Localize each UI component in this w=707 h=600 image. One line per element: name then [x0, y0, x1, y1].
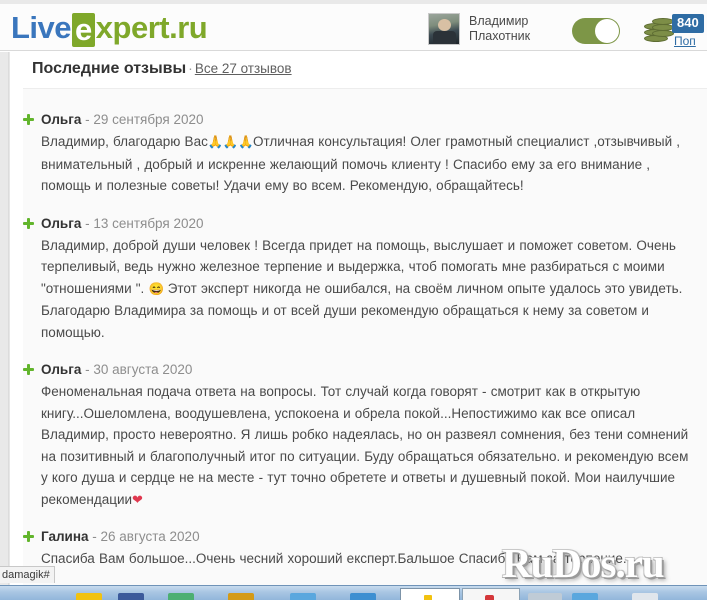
emoji-grinning-face-icon: 😄 — [148, 281, 164, 296]
user-name-last: Плахотник — [469, 29, 531, 43]
review-meta: Ольга - 30 августа 2020 — [41, 361, 699, 378]
taskbar-app-icon[interactable] — [632, 593, 658, 600]
review-date: 26 августа 2020 — [100, 529, 200, 544]
os-taskbar[interactable] — [0, 585, 707, 600]
taskbar-window-active[interactable] — [400, 588, 460, 600]
emoji-praying-hands-icon: 🙏🙏🙏 — [207, 135, 254, 149]
review-author: Ольга — [41, 112, 82, 127]
user-account-area[interactable]: Владимир Плахотник — [428, 12, 530, 46]
topup-balance-link[interactable]: Поп — [674, 34, 707, 48]
all-reviews-link[interactable]: Все 27 отзывов — [195, 61, 292, 76]
user-name: Владимир Плахотник — [469, 14, 530, 44]
page-title: Последние отзывы — [32, 60, 187, 77]
taskbar-app-icon[interactable] — [290, 593, 316, 600]
review-dash: - — [88, 529, 101, 544]
balance-amount: 840 — [672, 14, 704, 33]
review-body: Владимир, доброй души человек ! Всегда п… — [41, 235, 699, 344]
review-text-before: Владимир, благодарю Вас — [41, 134, 208, 149]
review-author: Ольга — [41, 215, 82, 231]
logo-badge-e: e — [72, 13, 95, 47]
screenshot-root: Live e xpert.ru Владимир Плахотник 840 Поп — [0, 0, 707, 600]
title-separator: · — [188, 60, 193, 76]
taskbar-app-icon[interactable] — [536, 593, 562, 600]
plus-icon — [23, 217, 34, 229]
review-meta: Ольга - 29 сентября 2020 — [41, 111, 699, 128]
review-date: 30 августа 2020 — [93, 362, 193, 377]
review-dash: - — [81, 362, 94, 377]
review-date: 29 сентября 2020 — [93, 112, 204, 127]
review-text-before: Спасиба Вам большое...Очень чесний хорош… — [41, 551, 635, 566]
site-header: Live e xpert.ru Владимир Плахотник 840 Поп — [0, 4, 707, 51]
plus-icon — [23, 364, 34, 375]
left-gutter — [0, 52, 9, 585]
taskbar-app-icon[interactable] — [350, 593, 376, 600]
review-meta: Ольга - 13 сентября 2020 — [41, 215, 699, 232]
review-date: 13 сентября 2020 — [93, 215, 204, 231]
online-status-toggle[interactable] — [572, 18, 620, 44]
reviews-list: Ольга - 29 сентября 2020 Владимир, благо… — [23, 88, 707, 585]
taskbar-window-inactive[interactable] — [462, 588, 520, 600]
site-logo[interactable]: Live e xpert.ru — [11, 9, 208, 47]
page-body: Последние отзывы · Все 27 отзывов Ольга - … — [0, 52, 707, 585]
taskbar-app-icon[interactable] — [228, 593, 254, 600]
review-text-before: Феноменальная подача ответа на вопросы. … — [41, 384, 689, 507]
review-body: Феноменальная подача ответа на вопросы. … — [41, 381, 699, 510]
user-avatar[interactable] — [428, 13, 460, 45]
review-body: Спасиба Вам большое...Очень чесний хорош… — [41, 548, 699, 570]
user-name-first: Владимир — [469, 14, 529, 28]
start-button-icon[interactable] — [76, 593, 102, 600]
logo-text-live: Live — [11, 10, 72, 45]
content-card: Последние отзывы · Все 27 отзывов Ольга - … — [10, 52, 707, 585]
taskbar-app-icon[interactable] — [168, 593, 194, 600]
taskbar-app-icon[interactable] — [118, 593, 144, 600]
review-item: Ольга - 30 августа 2020 Феноменальная по… — [23, 361, 707, 510]
taskbar-app-icon[interactable] — [572, 593, 598, 600]
review-author: Ольга — [41, 362, 82, 377]
review-item: Галина - 26 августа 2020 Спасиба Вам бол… — [23, 528, 707, 570]
balance-area[interactable]: 840 Поп — [644, 11, 707, 51]
emoji-red-heart-icon: ❤ — [132, 491, 143, 507]
review-item: Ольга - 13 сентября 2020 Владимир, добро… — [23, 215, 707, 344]
plus-icon — [23, 114, 34, 125]
section-header: Последние отзывы · Все 27 отзывов — [32, 60, 292, 78]
review-author: Галина — [41, 529, 89, 544]
toggle-knob — [595, 19, 619, 43]
plus-icon — [23, 531, 34, 542]
review-item: Ольга - 29 сентября 2020 Владимир, благо… — [23, 111, 707, 197]
review-dash: - — [81, 215, 94, 231]
review-meta: Галина - 26 августа 2020 — [41, 528, 699, 545]
logo-text-xpert: xpert.ru — [95, 10, 208, 45]
browser-status-bar: damagik# — [0, 566, 55, 583]
review-dash: - — [81, 112, 94, 127]
review-body: Владимир, благодарю Вас🙏🙏🙏Отличная консу… — [41, 131, 699, 197]
